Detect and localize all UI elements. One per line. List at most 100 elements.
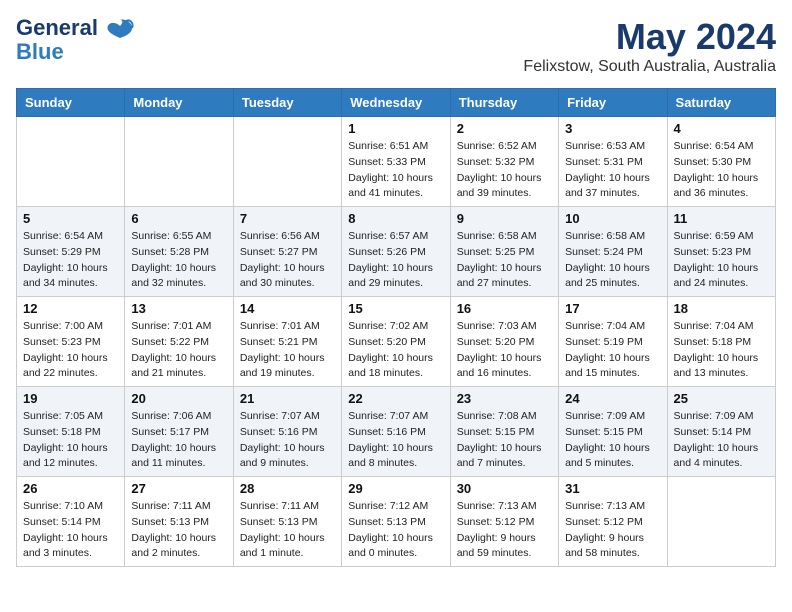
calendar-day-31: 31 Sunrise: 7:13 AMSunset: 5:12 PMDayligh… [559,477,667,567]
calendar-day-23: 23 Sunrise: 7:08 AMSunset: 5:15 PMDayligh… [450,387,558,477]
day-header-saturday: Saturday [667,89,775,117]
calendar-week-row: 26 Sunrise: 7:10 AMSunset: 5:14 PMDayligh… [17,477,776,567]
day-info: Sunrise: 7:04 AMSunset: 5:18 PMDaylight:… [674,319,769,382]
day-number: 30 [457,481,552,496]
day-info: Sunrise: 7:06 AMSunset: 5:17 PMDaylight:… [131,409,226,472]
calendar-day-6: 6 Sunrise: 6:55 AMSunset: 5:28 PMDaylight… [125,207,233,297]
day-number: 22 [348,391,443,406]
day-info: Sunrise: 6:56 AMSunset: 5:27 PMDaylight:… [240,229,335,292]
subtitle: Felixstow, South Australia, Australia [523,58,776,76]
day-number: 6 [131,211,226,226]
day-number: 3 [565,121,660,136]
day-info: Sunrise: 7:12 AMSunset: 5:13 PMDaylight:… [348,499,443,562]
day-number: 9 [457,211,552,226]
day-number: 29 [348,481,443,496]
calendar-week-row: 1Sunrise: 6:51 AMSunset: 5:33 PMDaylight… [17,117,776,207]
day-info: Sunrise: 7:09 AMSunset: 5:14 PMDaylight:… [674,409,769,472]
calendar-day-15: 15 Sunrise: 7:02 AMSunset: 5:20 PMDayligh… [342,297,450,387]
day-info: Sunrise: 6:58 AMSunset: 5:24 PMDaylight:… [565,229,660,292]
calendar-day-1: 1Sunrise: 6:51 AMSunset: 5:33 PMDaylight… [342,117,450,207]
day-number: 4 [674,121,769,136]
calendar-day-7: 7Sunrise: 6:56 AMSunset: 5:27 PMDaylight… [233,207,341,297]
calendar-week-row: 12Sunrise: 7:00 AMSunset: 5:23 PMDayligh… [17,297,776,387]
day-number: 24 [565,391,660,406]
calendar-day-26: 26 Sunrise: 7:10 AMSunset: 5:14 PMDayligh… [17,477,125,567]
day-info: Sunrise: 7:01 AMSunset: 5:21 PMDaylight:… [240,319,335,382]
calendar-day-10: 10 Sunrise: 6:58 AMSunset: 5:24 PMDayligh… [559,207,667,297]
page-header: General Blue May 2024 Felixstow, South A… [16,16,776,76]
logo-line2: Blue [16,40,64,64]
calendar-day-4: 4 Sunrise: 6:54 AMSunset: 5:30 PMDaylight… [667,117,775,207]
calendar-day-20: 20 Sunrise: 7:06 AMSunset: 5:17 PMDayligh… [125,387,233,477]
calendar-header-row: SundayMondayTuesdayWednesdayThursdayFrid… [17,89,776,117]
day-number: 23 [457,391,552,406]
calendar-day-19: 19Sunrise: 7:05 AMSunset: 5:18 PMDayligh… [17,387,125,477]
day-number: 14 [240,301,335,316]
day-info: Sunrise: 7:09 AMSunset: 5:15 PMDaylight:… [565,409,660,472]
day-number: 31 [565,481,660,496]
day-header-wednesday: Wednesday [342,89,450,117]
day-info: Sunrise: 7:02 AMSunset: 5:20 PMDaylight:… [348,319,443,382]
logo: General Blue [16,16,134,64]
calendar-day-2: 2Sunrise: 6:52 AMSunset: 5:32 PMDaylight… [450,117,558,207]
main-title: May 2024 [523,16,776,58]
day-header-friday: Friday [559,89,667,117]
calendar-day-27: 27Sunrise: 7:11 AMSunset: 5:13 PMDayligh… [125,477,233,567]
day-header-monday: Monday [125,89,233,117]
day-number: 5 [23,211,118,226]
day-info: Sunrise: 6:54 AMSunset: 5:29 PMDaylight:… [23,229,118,292]
calendar-day-12: 12Sunrise: 7:00 AMSunset: 5:23 PMDayligh… [17,297,125,387]
day-info: Sunrise: 7:10 AMSunset: 5:14 PMDaylight:… [23,499,118,562]
day-number: 15 [348,301,443,316]
day-info: Sunrise: 7:03 AMSunset: 5:20 PMDaylight:… [457,319,552,382]
calendar-day-30: 30 Sunrise: 7:13 AMSunset: 5:12 PMDayligh… [450,477,558,567]
day-info: Sunrise: 7:13 AMSunset: 5:12 PMDaylight:… [457,499,552,562]
calendar-day-28: 28Sunrise: 7:11 AMSunset: 5:13 PMDayligh… [233,477,341,567]
day-number: 13 [131,301,226,316]
calendar-day-8: 8 Sunrise: 6:57 AMSunset: 5:26 PMDaylight… [342,207,450,297]
calendar-week-row: 19Sunrise: 7:05 AMSunset: 5:18 PMDayligh… [17,387,776,477]
day-info: Sunrise: 6:58 AMSunset: 5:25 PMDaylight:… [457,229,552,292]
calendar-day-3: 3 Sunrise: 6:53 AMSunset: 5:31 PMDaylight… [559,117,667,207]
day-number: 1 [348,121,443,136]
day-number: 28 [240,481,335,496]
calendar-day-22: 22Sunrise: 7:07 AMSunset: 5:16 PMDayligh… [342,387,450,477]
day-info: Sunrise: 6:53 AMSunset: 5:31 PMDaylight:… [565,139,660,202]
calendar-day-empty [17,117,125,207]
calendar-day-5: 5 Sunrise: 6:54 AMSunset: 5:29 PMDaylight… [17,207,125,297]
calendar-day-24: 24 Sunrise: 7:09 AMSunset: 5:15 PMDayligh… [559,387,667,477]
day-number: 10 [565,211,660,226]
day-header-sunday: Sunday [17,89,125,117]
day-info: Sunrise: 7:13 AMSunset: 5:12 PMDaylight:… [565,499,660,562]
day-info: Sunrise: 6:54 AMSunset: 5:30 PMDaylight:… [674,139,769,202]
day-number: 8 [348,211,443,226]
day-info: Sunrise: 7:04 AMSunset: 5:19 PMDaylight:… [565,319,660,382]
calendar-day-empty [125,117,233,207]
calendar-day-25: 25Sunrise: 7:09 AMSunset: 5:14 PMDayligh… [667,387,775,477]
calendar-table: SundayMondayTuesdayWednesdayThursdayFrid… [16,88,776,567]
day-number: 17 [565,301,660,316]
day-info: Sunrise: 7:01 AMSunset: 5:22 PMDaylight:… [131,319,226,382]
calendar-day-empty [667,477,775,567]
day-number: 21 [240,391,335,406]
day-number: 27 [131,481,226,496]
day-number: 11 [674,211,769,226]
day-number: 19 [23,391,118,406]
calendar-day-21: 21 Sunrise: 7:07 AMSunset: 5:16 PMDayligh… [233,387,341,477]
day-info: Sunrise: 6:52 AMSunset: 5:32 PMDaylight:… [457,139,552,202]
day-number: 18 [674,301,769,316]
calendar-day-16: 16Sunrise: 7:03 AMSunset: 5:20 PMDayligh… [450,297,558,387]
title-block: May 2024 Felixstow, South Australia, Aus… [523,16,776,76]
calendar-day-13: 13 Sunrise: 7:01 AMSunset: 5:22 PMDayligh… [125,297,233,387]
day-header-thursday: Thursday [450,89,558,117]
day-number: 20 [131,391,226,406]
day-info: Sunrise: 6:57 AMSunset: 5:26 PMDaylight:… [348,229,443,292]
calendar-week-row: 5 Sunrise: 6:54 AMSunset: 5:29 PMDaylight… [17,207,776,297]
day-number: 12 [23,301,118,316]
calendar-day-17: 17 Sunrise: 7:04 AMSunset: 5:19 PMDayligh… [559,297,667,387]
day-number: 26 [23,481,118,496]
day-info: Sunrise: 7:07 AMSunset: 5:16 PMDaylight:… [240,409,335,472]
day-info: Sunrise: 7:08 AMSunset: 5:15 PMDaylight:… [457,409,552,472]
calendar-day-14: 14 Sunrise: 7:01 AMSunset: 5:21 PMDayligh… [233,297,341,387]
day-info: Sunrise: 6:55 AMSunset: 5:28 PMDaylight:… [131,229,226,292]
